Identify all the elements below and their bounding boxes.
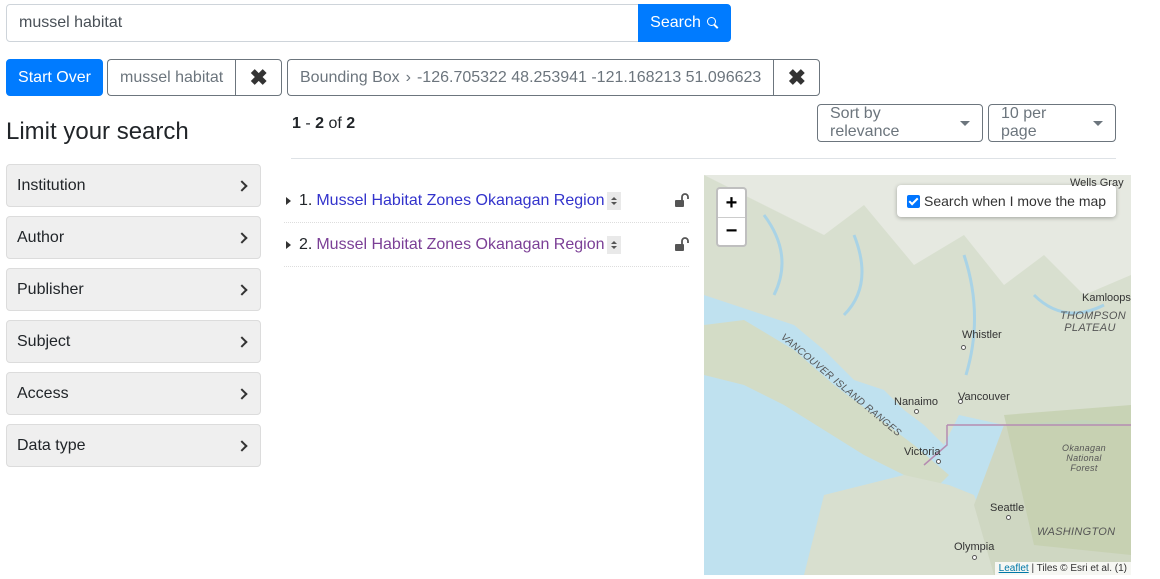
close-icon: ✖	[249, 64, 268, 90]
city-marker	[972, 555, 977, 560]
range-of: of	[324, 115, 347, 132]
per-page-dropdown[interactable]: 10 per page	[988, 104, 1116, 142]
chevron-right-icon	[236, 231, 248, 244]
city-marker	[936, 459, 941, 464]
map-label-victoria: Victoria	[904, 446, 941, 458]
list-item: 1. Mussel Habitat Zones Okanagan Region	[284, 179, 689, 223]
search-button[interactable]: Search	[638, 4, 731, 42]
chevron-right-icon	[236, 283, 248, 296]
bbox-field-name: Bounding Box	[300, 68, 400, 86]
unlock-icon	[675, 193, 689, 207]
facet-data-type[interactable]: Data type	[6, 424, 261, 467]
unlock-icon	[675, 237, 689, 251]
list-item: 2. Mussel Habitat Zones Okanagan Region	[284, 223, 689, 267]
search-input[interactable]	[6, 4, 640, 42]
attribution-text: | Tiles © Esri et al. (1)	[1028, 563, 1127, 574]
sort-dropdown[interactable]: Sort by relevance	[817, 104, 983, 142]
map-basemap	[704, 175, 1131, 575]
facet-label: Data type	[17, 436, 86, 454]
map-label-kamloops: Kamloops	[1082, 292, 1131, 304]
expand-icon[interactable]	[286, 240, 291, 249]
range-end: 2	[315, 115, 325, 132]
result-index: 2.	[299, 235, 313, 253]
facet-label: Institution	[17, 176, 86, 194]
sort-arrows-icon[interactable]	[606, 235, 621, 254]
result-title-link[interactable]: Mussel Habitat Zones Okanagan Region	[316, 192, 604, 210]
caret-down-icon	[960, 120, 970, 126]
divider	[291, 158, 1116, 159]
map-attribution: Leaflet | Tiles © Esri et al. (1)	[994, 562, 1131, 575]
caret-down-icon	[1093, 120, 1103, 126]
range-sep: -	[300, 115, 316, 132]
start-over-button[interactable]: Start Over	[6, 59, 103, 96]
leaflet-link[interactable]: Leaflet	[999, 563, 1029, 574]
sort-arrows-icon[interactable]	[606, 191, 621, 210]
facet-publisher[interactable]: Publisher	[6, 268, 261, 311]
chevron-right-icon	[236, 387, 248, 400]
map-label-thompson-plateau: THOMPSON PLATEAU	[1060, 310, 1126, 334]
facet-label: Author	[17, 228, 65, 246]
result-title-link[interactable]: Mussel Habitat Zones Okanagan Region	[316, 236, 604, 254]
query-constraint-label: mussel habitat	[107, 59, 236, 96]
chevron-right-icon	[236, 439, 248, 452]
bbox-value: -126.705322 48.253941 -121.168213 51.096…	[416, 68, 762, 86]
city-marker	[914, 409, 919, 414]
map-label-wells-gray: Wells Gray	[1070, 177, 1124, 189]
total-count: 2	[346, 115, 356, 132]
facet-label: Access	[17, 384, 69, 402]
city-marker	[1006, 515, 1011, 520]
close-icon: ✖	[787, 64, 807, 90]
map-label-olympia: Olympia	[954, 541, 995, 553]
search-icon	[706, 17, 719, 29]
bbox-constraint: Bounding Box › -126.705322 48.253941 -12…	[287, 59, 821, 96]
search-when-move-control[interactable]: Search when I move the map	[897, 185, 1117, 217]
checkbox-checked-icon[interactable]	[907, 194, 920, 208]
facets-title: Limit your search	[6, 118, 189, 145]
map-label-whistler: Whistler	[962, 329, 1002, 341]
bbox-constraint-label: Bounding Box › -126.705322 48.253941 -12…	[287, 59, 774, 96]
search-when-move-label: Search when I move the map	[924, 193, 1107, 209]
chevron-right-icon	[236, 335, 248, 348]
range-start: 1	[292, 115, 301, 132]
remove-query-constraint-button[interactable]: ✖	[235, 59, 283, 96]
per-page-label: 10 per page	[1001, 105, 1047, 140]
page-entries: 1 - 2 of 2	[292, 115, 355, 133]
chevron-right-icon: ›	[405, 68, 411, 86]
map-label-nanaimo: Nanaimo	[894, 396, 939, 408]
zoom-control: + −	[716, 187, 747, 247]
map-label-seattle: Seattle	[990, 502, 1025, 514]
result-index: 1.	[299, 191, 313, 209]
query-constraint: mussel habitat ✖	[107, 59, 283, 96]
sort-label: Sort by relevance	[830, 105, 900, 140]
expand-icon[interactable]	[286, 196, 291, 205]
facet-label: Publisher	[17, 280, 84, 298]
facet-author[interactable]: Author	[6, 216, 261, 259]
map-label-vancouver: Vancouver	[958, 391, 1010, 403]
map-label-okanagan-forest: Okanagan National Forest	[1062, 443, 1106, 473]
map-label-washington: WASHINGTON	[1037, 526, 1116, 538]
facet-institution[interactable]: Institution	[6, 164, 261, 207]
zoom-in-button[interactable]: +	[718, 189, 745, 217]
facet-subject[interactable]: Subject	[6, 320, 261, 363]
city-marker	[961, 345, 966, 350]
facet-access[interactable]: Access	[6, 372, 261, 415]
remove-bbox-constraint-button[interactable]: ✖	[773, 59, 821, 96]
chevron-right-icon	[236, 179, 248, 192]
search-button-label: Search	[650, 14, 701, 31]
map[interactable]: + − Search when I move the map Whistler …	[704, 175, 1131, 575]
zoom-out-button[interactable]: −	[718, 217, 745, 245]
facet-label: Subject	[17, 332, 71, 350]
